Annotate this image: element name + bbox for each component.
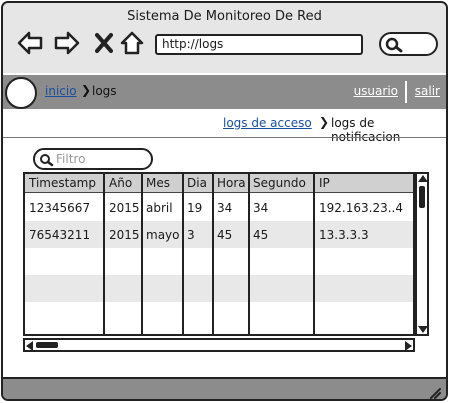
horizontal-scrollbar[interactable] bbox=[23, 338, 415, 352]
sub-breadcrumb-current: logs de notificacion bbox=[331, 116, 401, 144]
scroll-down-arrow-icon[interactable] bbox=[418, 326, 428, 333]
vertical-scroll-thumb[interactable] bbox=[419, 186, 425, 208]
table-cell: 76543211 bbox=[29, 228, 91, 242]
table-cell: 34 bbox=[217, 201, 233, 215]
title-bar: Sistema De Monitoreo De Red http://logs bbox=[3, 3, 446, 73]
table-cell: abril bbox=[146, 201, 173, 215]
user-link[interactable]: usuario bbox=[354, 84, 398, 98]
column-header[interactable]: Hora bbox=[217, 176, 246, 190]
table-row-empty[interactable] bbox=[25, 302, 413, 329]
menu-divider bbox=[405, 81, 407, 103]
table-cell: 3 bbox=[187, 228, 195, 242]
resize-grip-icon[interactable] bbox=[427, 385, 441, 399]
sub-breadcrumb-chevron-icon: ❯ bbox=[319, 115, 330, 129]
home-icon[interactable] bbox=[119, 30, 145, 56]
table-cell: 45 bbox=[253, 228, 269, 242]
back-arrow-icon[interactable] bbox=[17, 30, 43, 56]
scroll-left-arrow-icon[interactable] bbox=[26, 341, 33, 351]
column-header[interactable]: Segundo bbox=[253, 176, 306, 190]
column-header[interactable]: IP bbox=[319, 176, 330, 190]
logs-table: Timestamp Año Mes Dia Hora Segundo IP 12… bbox=[23, 172, 415, 336]
close-x-icon[interactable] bbox=[91, 30, 117, 56]
browser-window: Sistema De Monitoreo De Red http://logs … bbox=[1, 1, 448, 401]
status-bar bbox=[3, 377, 446, 399]
table-header: Timestamp Año Mes Dia Hora Segundo IP bbox=[25, 174, 413, 193]
table-cell: 13.3.3.3 bbox=[319, 228, 369, 242]
column-divider bbox=[313, 174, 315, 334]
scroll-right-arrow-icon[interactable] bbox=[405, 341, 412, 351]
table-cell: 2015 bbox=[109, 228, 140, 242]
column-header[interactable]: Mes bbox=[146, 176, 170, 190]
access-logs-link[interactable]: logs de acceso bbox=[223, 116, 312, 130]
table-row[interactable]: 12345667 2015 abril 19 34 34 192.163.23.… bbox=[25, 194, 413, 221]
horizontal-scroll-thumb[interactable] bbox=[36, 342, 58, 348]
table-cell: 34 bbox=[253, 201, 269, 215]
forward-arrow-icon[interactable] bbox=[54, 30, 80, 56]
logout-link[interactable]: salir bbox=[415, 84, 440, 98]
table-cell: 45 bbox=[217, 228, 233, 242]
table-row[interactable]: 76543211 2015 mayo 3 45 45 13.3.3.3 bbox=[25, 221, 413, 248]
window-title: Sistema De Monitoreo De Red bbox=[127, 9, 322, 24]
column-header[interactable]: Dia bbox=[187, 176, 207, 190]
menu-bar: inicio ❯ logs usuario salir bbox=[3, 75, 446, 109]
column-header[interactable]: Timestamp bbox=[29, 176, 96, 190]
table-cell: 19 bbox=[187, 201, 203, 215]
column-header[interactable]: Año bbox=[109, 176, 132, 190]
filter-placeholder: Filtro bbox=[56, 152, 86, 166]
browser-search-box[interactable] bbox=[379, 32, 438, 56]
column-divider bbox=[182, 174, 184, 334]
url-field[interactable]: http://logs bbox=[155, 34, 363, 55]
column-divider bbox=[248, 174, 250, 334]
logo bbox=[5, 77, 37, 109]
vertical-scrollbar[interactable] bbox=[415, 172, 429, 336]
breadcrumb-chevron-icon: ❯ bbox=[81, 83, 92, 97]
column-divider bbox=[212, 174, 214, 334]
filter-input[interactable]: Filtro bbox=[33, 148, 153, 170]
column-divider bbox=[103, 174, 105, 334]
search-icon bbox=[40, 154, 54, 167]
breadcrumb-current: logs bbox=[92, 84, 117, 98]
table-row-empty[interactable] bbox=[25, 248, 413, 275]
search-icon bbox=[385, 37, 403, 53]
table-row-empty[interactable] bbox=[25, 275, 413, 302]
home-link[interactable]: inicio bbox=[45, 84, 77, 98]
table-cell: 2015 bbox=[109, 201, 140, 215]
column-divider bbox=[141, 174, 143, 334]
divider bbox=[3, 137, 446, 138]
table-cell: mayo bbox=[146, 228, 180, 242]
table-cell: 192.163.23..4 bbox=[319, 201, 403, 215]
table-cell: 12345667 bbox=[29, 201, 91, 215]
scroll-up-arrow-icon[interactable] bbox=[418, 175, 428, 182]
